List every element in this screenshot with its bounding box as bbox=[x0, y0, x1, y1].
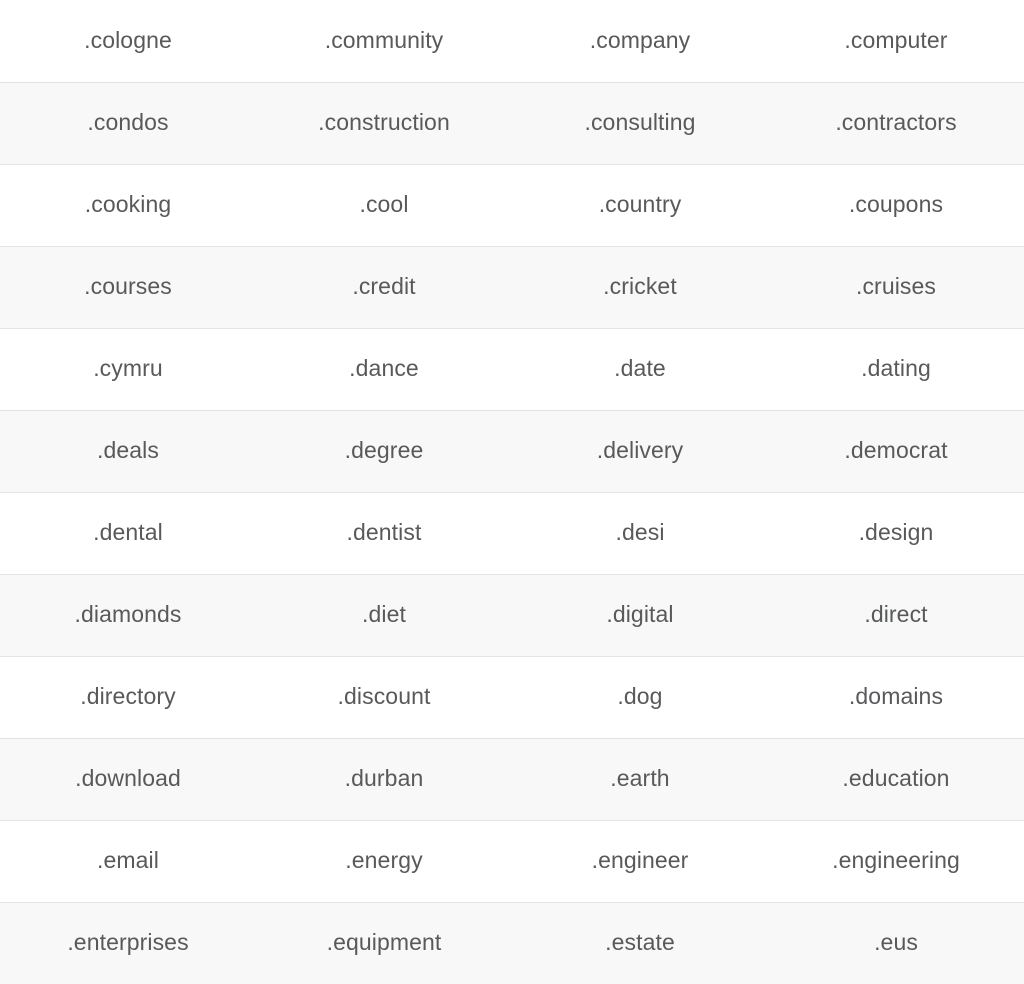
table-row: .condos .construction .consulting .contract… bbox=[0, 81, 1024, 164]
tld-cell[interactable]: .dating bbox=[768, 327, 1024, 410]
tld-cell[interactable]: .download bbox=[0, 737, 256, 820]
tld-cell[interactable]: .delivery bbox=[512, 409, 768, 492]
tld-cell[interactable]: .degree bbox=[256, 409, 512, 492]
table-row: .courses .credit .cricket .cruises bbox=[0, 245, 1024, 328]
tld-cell[interactable]: .domains bbox=[768, 655, 1024, 738]
tld-list-table: .cologne .community .company .computer .cond… bbox=[0, 0, 1024, 984]
tld-cell[interactable]: .diamonds bbox=[0, 573, 256, 656]
tld-cell[interactable]: .cooking bbox=[0, 163, 256, 246]
tld-cell[interactable]: .dog bbox=[512, 655, 768, 738]
tld-cell[interactable]: .democrat bbox=[768, 409, 1024, 492]
tld-cell[interactable]: .estate bbox=[512, 901, 768, 984]
tld-cell[interactable]: .cruises bbox=[768, 245, 1024, 328]
tld-cell[interactable]: .consulting bbox=[512, 81, 768, 164]
tld-cell[interactable]: .condos bbox=[0, 81, 256, 164]
tld-cell[interactable]: .dentist bbox=[256, 491, 512, 574]
tld-cell[interactable]: .construction bbox=[256, 81, 512, 164]
tld-cell[interactable]: .coupons bbox=[768, 163, 1024, 246]
tld-table-body: .cologne .community .company .computer .cond… bbox=[0, 0, 1024, 984]
tld-cell[interactable]: .country bbox=[512, 163, 768, 246]
table-row: .email .energy .engineer .engineering bbox=[0, 819, 1024, 902]
tld-cell[interactable]: .energy bbox=[256, 819, 512, 902]
table-row: .diamonds .diet .digital .direct bbox=[0, 573, 1024, 656]
tld-cell[interactable]: .durban bbox=[256, 737, 512, 820]
tld-cell[interactable]: .computer bbox=[768, 0, 1024, 82]
tld-cell[interactable]: .design bbox=[768, 491, 1024, 574]
tld-cell[interactable]: .credit bbox=[256, 245, 512, 328]
tld-cell[interactable]: .directory bbox=[0, 655, 256, 738]
tld-cell[interactable]: .equipment bbox=[256, 901, 512, 984]
tld-cell[interactable]: .direct bbox=[768, 573, 1024, 656]
tld-cell[interactable]: .education bbox=[768, 737, 1024, 820]
tld-cell[interactable]: .cool bbox=[256, 163, 512, 246]
tld-cell[interactable]: .contractors bbox=[768, 81, 1024, 164]
tld-cell[interactable]: .cymru bbox=[0, 327, 256, 410]
table-row: .download .durban .earth .education bbox=[0, 737, 1024, 820]
tld-cell[interactable]: .eus bbox=[768, 901, 1024, 984]
table-row: .cymru .dance .date .dating bbox=[0, 327, 1024, 410]
tld-cell[interactable]: .courses bbox=[0, 245, 256, 328]
tld-cell[interactable]: .earth bbox=[512, 737, 768, 820]
table-row: .deals .degree .delivery .democrat bbox=[0, 409, 1024, 492]
tld-cell[interactable]: .cricket bbox=[512, 245, 768, 328]
tld-cell[interactable]: .digital bbox=[512, 573, 768, 656]
tld-cell[interactable]: .dance bbox=[256, 327, 512, 410]
tld-cell[interactable]: .community bbox=[256, 0, 512, 82]
tld-cell[interactable]: .deals bbox=[0, 409, 256, 492]
tld-cell[interactable]: .engineer bbox=[512, 819, 768, 902]
tld-cell[interactable]: .desi bbox=[512, 491, 768, 574]
table-row: .dental .dentist .desi .design bbox=[0, 491, 1024, 574]
tld-cell[interactable]: .engineering bbox=[768, 819, 1024, 902]
tld-cell[interactable]: .company bbox=[512, 0, 768, 82]
tld-cell[interactable]: .diet bbox=[256, 573, 512, 656]
tld-cell[interactable]: .enterprises bbox=[0, 901, 256, 984]
tld-cell[interactable]: .discount bbox=[256, 655, 512, 738]
tld-cell[interactable]: .cologne bbox=[0, 0, 256, 82]
table-row: .cooking .cool .country .coupons bbox=[0, 163, 1024, 246]
tld-cell[interactable]: .date bbox=[512, 327, 768, 410]
tld-cell[interactable]: .email bbox=[0, 819, 256, 902]
table-row: .cologne .community .company .computer bbox=[0, 0, 1024, 82]
table-row: .directory .discount .dog .domains bbox=[0, 655, 1024, 738]
tld-cell[interactable]: .dental bbox=[0, 491, 256, 574]
table-row: .enterprises .equipment .estate .eus bbox=[0, 901, 1024, 984]
